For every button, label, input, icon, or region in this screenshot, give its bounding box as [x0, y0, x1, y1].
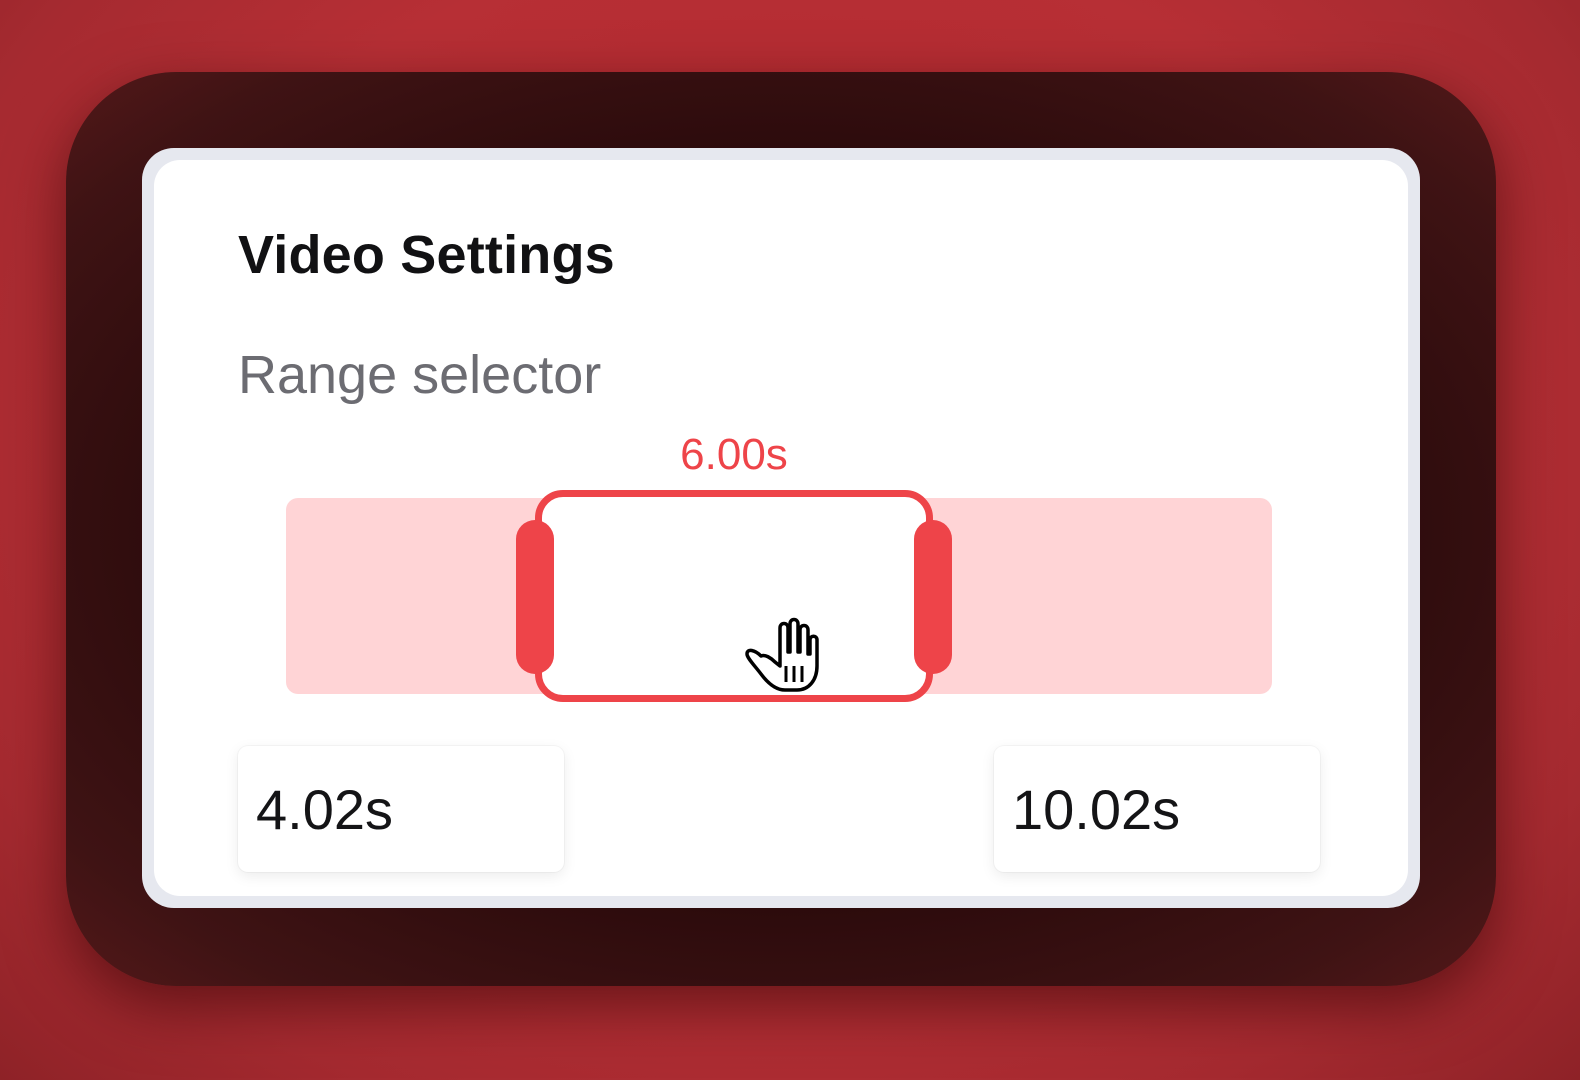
- range-end-handle[interactable]: [914, 520, 952, 674]
- card-body: Video Settings Range selector 6.00s 4.02…: [154, 160, 1408, 896]
- end-time-field[interactable]: 10.02s: [994, 746, 1320, 872]
- start-time-value: 4.02s: [256, 777, 393, 841]
- range-selection[interactable]: [535, 490, 933, 702]
- video-settings-card: Video Settings Range selector 6.00s 4.02…: [142, 148, 1420, 908]
- duration-label: 6.00s: [680, 430, 788, 479]
- range-selector-label: Range selector: [238, 345, 602, 405]
- grab-hand-icon: [745, 617, 819, 692]
- start-time-field[interactable]: 4.02s: [238, 746, 564, 872]
- range-start-handle[interactable]: [516, 520, 554, 674]
- end-time-value: 10.02s: [1012, 777, 1181, 841]
- card-title: Video Settings: [238, 225, 615, 285]
